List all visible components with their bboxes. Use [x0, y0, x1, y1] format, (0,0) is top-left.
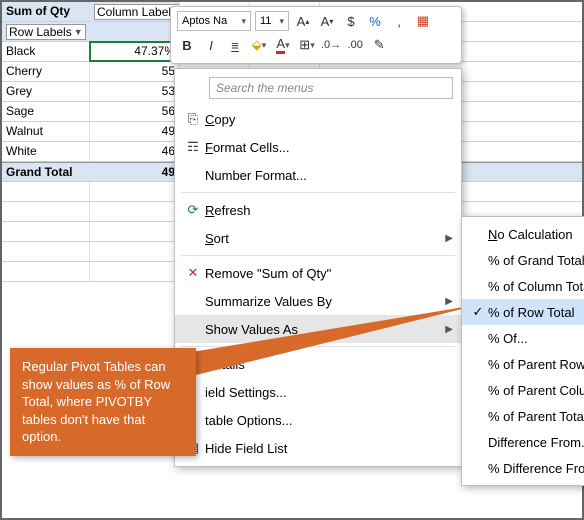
copy-icon: ⎘	[181, 111, 205, 127]
check-icon: ✓	[468, 304, 488, 320]
submenu-parent-total[interactable]: % of Parent Total...	[462, 403, 584, 429]
decrease-decimal-button[interactable]: .00	[345, 35, 365, 55]
callout-box: Regular Pivot Tables can show values as …	[10, 348, 196, 456]
menu-hide-field-list[interactable]: ▤Hide Field List	[175, 434, 461, 462]
submenu-no-calculation[interactable]: No Calculation	[462, 221, 584, 247]
comma-button[interactable]: ,	[389, 11, 409, 31]
percent-button[interactable]: %	[365, 11, 385, 31]
border-button[interactable]: ⊞▾	[297, 35, 317, 55]
grow-font-button[interactable]: A▴	[293, 11, 313, 31]
currency-button[interactable]: $	[341, 11, 361, 31]
grand-total-label[interactable]: Grand Total	[2, 163, 90, 181]
submenu-grand-total[interactable]: % of Grand Total	[462, 247, 584, 273]
selected-cell[interactable]: 47.37%	[90, 42, 180, 61]
callout-pointer	[192, 296, 492, 376]
menu-field-settings[interactable]: ield Settings...	[175, 378, 461, 406]
font-size-combo[interactable]: 11▾	[255, 11, 289, 31]
show-values-as-submenu: No Calculation % of Grand Total % of Col…	[461, 216, 584, 486]
italic-button[interactable]: I	[201, 35, 221, 55]
submenu-of[interactable]: % Of...	[462, 325, 584, 351]
format-cells-icon: ☶	[181, 139, 205, 155]
refresh-icon: ⟳	[181, 202, 205, 218]
menu-table-options[interactable]: table Options...	[175, 406, 461, 434]
submenu-parent-row[interactable]: % of Parent Row Total	[462, 351, 584, 377]
row-labels-header[interactable]: Row Labels ▼	[2, 22, 90, 41]
sum-of-qty-header: Sum of Qty	[2, 2, 90, 21]
bold-button[interactable]: B	[177, 35, 197, 55]
format-painter-button[interactable]: ✎	[369, 35, 389, 55]
row-label[interactable]: Black	[2, 42, 90, 61]
submenu-pct-difference-from[interactable]: % Difference From...	[462, 455, 584, 481]
context-menu: Search the menus ⎘Copy ☶Format Cells... …	[174, 68, 462, 467]
remove-icon: ✕	[181, 265, 205, 281]
font-combo[interactable]: Aptos Na▾	[177, 11, 251, 31]
mini-toolbar: Aptos Na▾ 11▾ A▴ A▾ $ % , ▦ B I ≡ ⬙▾ A▾ …	[170, 6, 462, 64]
submenu-parent-column[interactable]: % of Parent Column Total	[462, 377, 584, 403]
menu-sort[interactable]: Sort▶	[175, 224, 461, 252]
menu-format-cells[interactable]: ☶Format Cells...	[175, 133, 461, 161]
underline-button[interactable]: ≡	[225, 35, 245, 55]
increase-decimal-button[interactable]: .0→	[321, 35, 341, 55]
font-color-button[interactable]: A▾	[273, 35, 293, 55]
shrink-font-button[interactable]: A▾	[317, 11, 337, 31]
column-labels-header[interactable]: Column Labels	[90, 2, 180, 21]
table-icon[interactable]: ▦	[413, 11, 433, 31]
menu-remove[interactable]: ✕Remove "Sum of Qty"	[175, 259, 461, 287]
submenu-difference-from[interactable]: Difference From...	[462, 429, 584, 455]
menu-refresh[interactable]: ⟳Refresh	[175, 196, 461, 224]
menu-search-input[interactable]: Search the menus	[209, 77, 453, 99]
submenu-row-total[interactable]: ✓% of Row Total	[462, 299, 584, 325]
submenu-column-total[interactable]: % of Column Total	[462, 273, 584, 299]
fill-color-button[interactable]: ⬙▾	[249, 35, 269, 55]
menu-number-format[interactable]: Number Format...	[175, 161, 461, 189]
menu-copy[interactable]: ⎘Copy	[175, 105, 461, 133]
